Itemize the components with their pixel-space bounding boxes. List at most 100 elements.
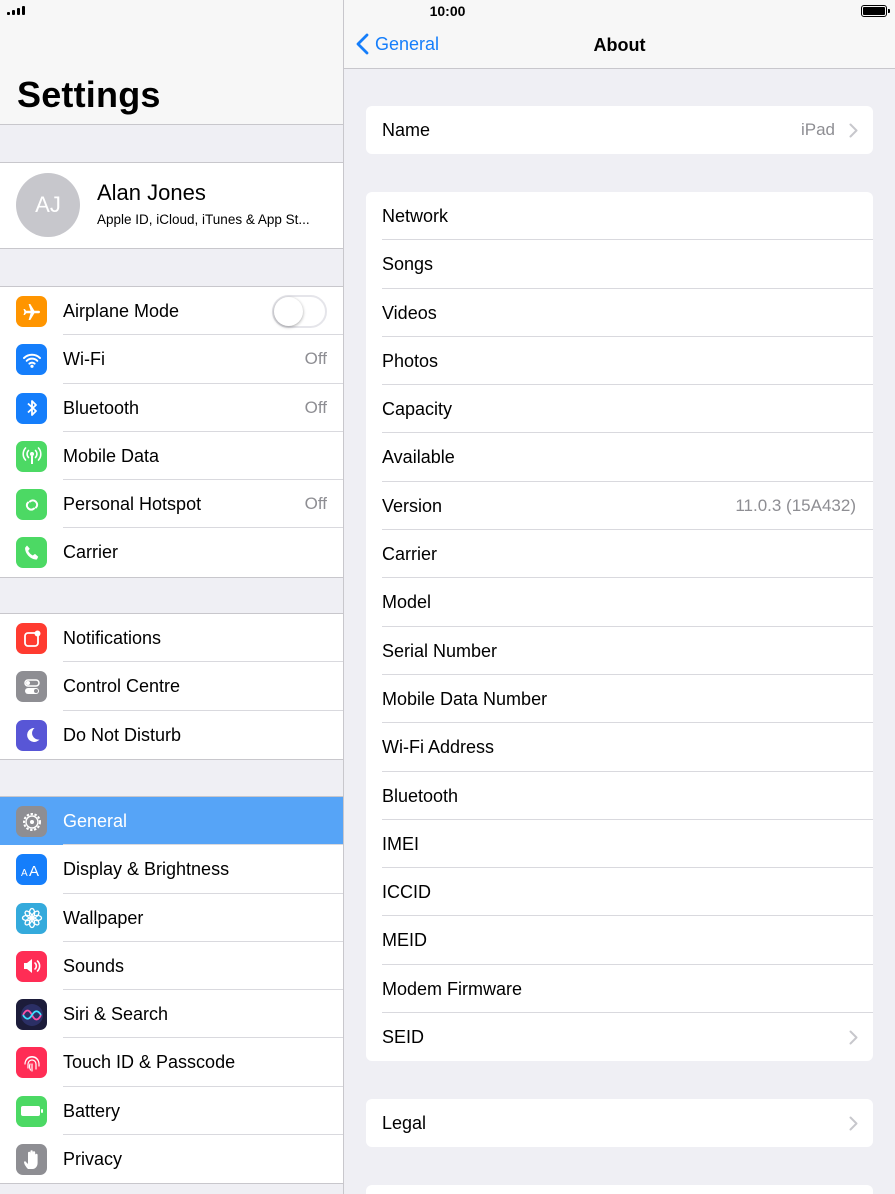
page-title: Settings: [17, 74, 161, 115]
sidebar-item-label: Personal Hotspot: [63, 494, 202, 515]
sidebar-item-bluetooth[interactable]: Bluetooth Off: [0, 384, 343, 432]
chevron-right-icon: [849, 1116, 858, 1131]
chevron-right-icon: [849, 123, 858, 138]
about-row-meid: MEID: [366, 916, 873, 965]
about-row-iccid: ICCID: [366, 868, 873, 917]
siri-icon: [16, 999, 47, 1031]
row-label: Version: [382, 495, 443, 516]
moon-icon: [16, 719, 47, 751]
flower-icon: [16, 902, 47, 934]
about-row-photos: Photos: [366, 337, 873, 386]
sidebar-item-label: Display & Brightness: [63, 859, 230, 880]
row-label: SEID: [382, 1027, 425, 1048]
about-row-serial-number: Serial Number: [366, 627, 873, 675]
sidebar-item-carrier[interactable]: Carrier: [0, 528, 343, 576]
svg-text:A: A: [21, 868, 28, 878]
about-row-model: Model: [366, 578, 873, 627]
about-row-carrier: Carrier: [366, 530, 873, 579]
about-row-legal[interactable]: Legal: [366, 1099, 873, 1147]
sidebar-item-wallpaper[interactable]: Wallpaper: [0, 894, 343, 942]
name-section: Name iPad: [366, 106, 873, 155]
sidebar-item-wifi[interactable]: Wi-Fi Off: [0, 335, 343, 384]
text-size-icon: AA: [16, 854, 47, 886]
nav-title: About: [593, 35, 646, 55]
sidebar-item-battery[interactable]: Battery: [0, 1087, 343, 1136]
version-value: 11.0.3 (15A432): [735, 495, 856, 515]
sidebar-item-label: Wi-Fi: [63, 349, 105, 370]
fingerprint-icon: [16, 1047, 47, 1079]
about-row-network: Network: [366, 192, 873, 241]
sidebar-item-label: Battery: [63, 1100, 121, 1121]
battery-icon: [16, 1095, 47, 1127]
wifi-icon: [16, 344, 47, 376]
sidebar-item-label: Privacy: [63, 1149, 123, 1170]
about-row-mobile-data-number: Mobile Data Number: [366, 675, 873, 724]
about-detail-pane: General About Name iPad Network Songs Vi…: [344, 0, 895, 1194]
row-label: Songs: [382, 254, 434, 275]
battery-status-icon: [861, 5, 890, 17]
sidebar-item-label: Touch ID & Passcode: [63, 1052, 236, 1073]
sidebar-item-label: Airplane Mode: [63, 301, 180, 321]
notifications-icon: [16, 623, 47, 654]
hand-icon: [16, 1144, 47, 1176]
connectivity-group: Airplane Mode Wi-Fi Off Bluetooth Off Mo…: [0, 286, 343, 578]
apple-id-profile[interactable]: AJ Alan Jones Apple ID, iCloud, iTunes &…: [0, 162, 343, 249]
avatar: AJ: [16, 173, 80, 237]
about-row-modem-firmware: Modem Firmware: [366, 965, 873, 1014]
sidebar-item-privacy[interactable]: Privacy: [0, 1135, 343, 1183]
row-label: Serial Number: [382, 640, 498, 661]
about-row-name[interactable]: Name iPad: [366, 106, 873, 154]
sidebar-item-label: Do Not Disturb: [63, 724, 182, 745]
profile-name: Alan Jones: [97, 180, 206, 205]
sidebar-item-label: General: [63, 811, 128, 831]
sidebar-item-label: Notifications: [63, 628, 162, 648]
device-name-value: iPad: [800, 120, 835, 139]
sidebar-item-personal-hotspot[interactable]: Personal Hotspot Off: [0, 480, 343, 529]
about-row-imei: IMEI: [366, 820, 873, 869]
about-row-wifi-address: Wi-Fi Address: [366, 723, 873, 772]
row-label: Available: [382, 447, 455, 468]
row-label: Network: [382, 206, 449, 226]
about-row-version: Version 11.0.3 (15A432): [366, 482, 873, 531]
bluetooth-icon: [16, 392, 47, 424]
sidebar-item-sounds[interactable]: Sounds: [0, 942, 343, 991]
sidebar-item-label: Wallpaper: [63, 907, 144, 928]
about-row-videos: Videos: [366, 289, 873, 337]
row-label: Modem Firmware: [382, 978, 523, 999]
sidebar-item-touch-id-passcode[interactable]: Touch ID & Passcode: [0, 1038, 343, 1087]
row-label: Legal: [382, 1113, 427, 1133]
airplane-mode-toggle[interactable]: [272, 295, 327, 328]
sidebar-item-display-brightness[interactable]: AA Display & Brightness: [0, 845, 343, 894]
sidebar-item-mobile-data[interactable]: Mobile Data: [0, 432, 343, 481]
hotspot-icon: [16, 489, 47, 521]
info-section: Network Songs Videos Photos Capacity Ava…: [366, 192, 873, 1062]
next-section: [366, 1185, 873, 1194]
sidebar-item-label: Control Centre: [63, 676, 181, 697]
chevron-right-icon: [849, 1030, 858, 1045]
sidebar-item-control-centre[interactable]: Control Centre: [0, 662, 343, 711]
row-label: Model: [382, 592, 432, 613]
gear-icon: [16, 806, 47, 837]
row-label: Mobile Data Number: [382, 688, 548, 709]
row-label: MEID: [382, 930, 427, 951]
row-label: ICCID: [382, 882, 431, 903]
sidebar-item-notifications[interactable]: Notifications: [0, 614, 343, 663]
row-label: Photos: [382, 350, 439, 371]
general-group: General AA Display & Brightness Wallpape…: [0, 796, 343, 1185]
svg-text:A: A: [29, 863, 39, 878]
legal-section: Legal: [366, 1099, 873, 1148]
switches-icon: [16, 671, 47, 703]
airplane-icon: [16, 296, 47, 327]
sidebar-item-airplane-mode[interactable]: Airplane Mode: [0, 287, 343, 336]
row-label: Carrier: [382, 544, 438, 565]
row-label: IMEI: [382, 833, 420, 854]
sidebar-item-general[interactable]: General: [0, 797, 343, 846]
sidebar-item-do-not-disturb[interactable]: Do Not Disturb: [0, 711, 343, 759]
settings-sidebar: Settings AJ Alan Jones Apple ID, iCloud,…: [0, 0, 343, 1194]
sidebar-item-siri-search[interactable]: Siri & Search: [0, 990, 343, 1039]
row-label: Name: [382, 120, 431, 140]
about-row-seid[interactable]: SEID: [366, 1013, 873, 1061]
sidebar-item-label: Siri & Search: [63, 1004, 169, 1025]
sidebar-item-label: Sounds: [63, 955, 125, 976]
profile-subtitle: Apple ID, iCloud, iTunes & App St...: [97, 212, 310, 227]
